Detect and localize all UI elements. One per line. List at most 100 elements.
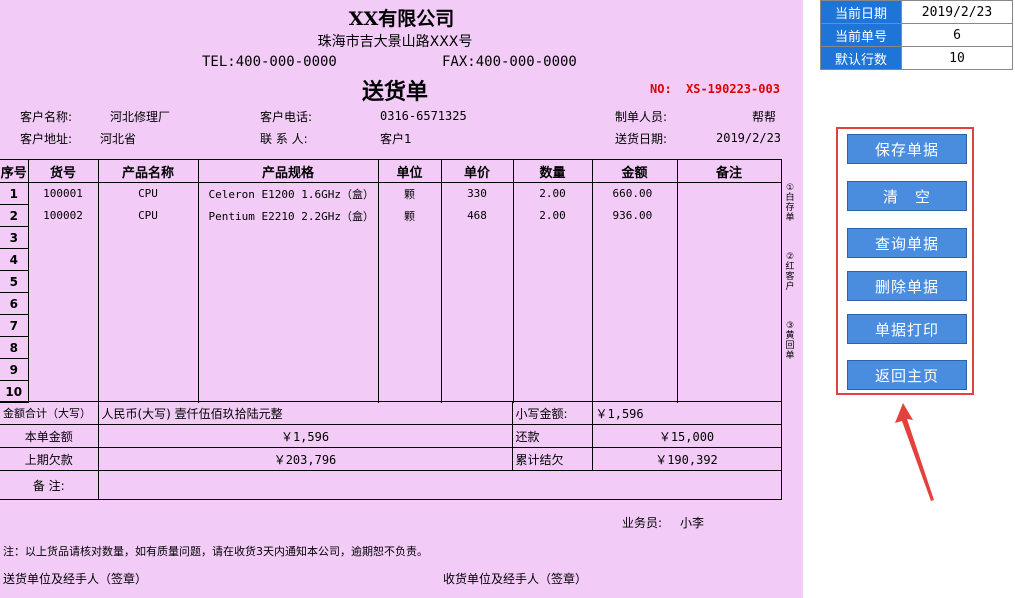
empty-cell[interactable]	[377, 380, 442, 403]
summary-table: 金额合计（大写） 人民币(大写) 壹仟伍佰玖拾陆元整 小写金额: ￥1,596 …	[0, 401, 782, 500]
empty-cell[interactable]	[440, 226, 514, 249]
empty-cell[interactable]	[676, 314, 782, 337]
empty-cell[interactable]	[676, 358, 782, 381]
home-button[interactable]: 返回主页	[847, 360, 967, 390]
row-product-name[interactable]: CPU	[97, 204, 199, 227]
empty-cell[interactable]	[197, 248, 379, 271]
repay-amount[interactable]: ￥15,000	[591, 424, 782, 448]
empty-cell[interactable]	[591, 314, 678, 337]
empty-cell[interactable]	[27, 292, 99, 315]
empty-cell[interactable]	[676, 226, 782, 249]
empty-cell[interactable]	[440, 336, 514, 359]
row-code[interactable]: 100001	[27, 182, 99, 205]
row-price[interactable]: 330	[440, 182, 514, 205]
empty-cell[interactable]	[197, 336, 379, 359]
empty-cell[interactable]	[440, 292, 514, 315]
print-button[interactable]: 单据打印	[847, 314, 967, 344]
row-price[interactable]: 468	[440, 204, 514, 227]
row-amount[interactable]: 936.00	[591, 204, 678, 227]
row-note[interactable]	[676, 182, 782, 205]
remark-field[interactable]	[97, 470, 782, 500]
empty-cell[interactable]	[512, 314, 593, 337]
save-button[interactable]: 保存单据	[847, 134, 967, 164]
empty-cell[interactable]	[377, 314, 442, 337]
empty-cell[interactable]	[512, 380, 593, 403]
row-code[interactable]: 100002	[27, 204, 99, 227]
info-row-date: 当前日期 2019/2/23	[820, 0, 1013, 24]
empty-cell[interactable]	[440, 380, 514, 403]
summary-row-current: 本单金额 ￥1,596 还款 ￥15,000	[0, 424, 782, 448]
empty-cell[interactable]	[591, 336, 678, 359]
empty-cell[interactable]	[97, 248, 199, 271]
empty-cell[interactable]	[197, 226, 379, 249]
empty-cell[interactable]	[377, 336, 442, 359]
row-note[interactable]	[676, 204, 782, 227]
delete-button[interactable]: 删除单据	[847, 271, 967, 301]
row-amount[interactable]: 660.00	[591, 182, 678, 205]
row-spec[interactable]: Pentium E2210 2.2GHz（盒）	[197, 204, 379, 227]
empty-cell[interactable]	[377, 226, 442, 249]
default-rows-value[interactable]: 10	[901, 46, 1013, 70]
col-header-seq: 序号	[0, 159, 29, 183]
row-qty[interactable]: 2.00	[512, 182, 593, 205]
empty-cell[interactable]	[676, 248, 782, 271]
empty-cell[interactable]	[27, 380, 99, 403]
empty-cell[interactable]	[197, 292, 379, 315]
empty-cell[interactable]	[676, 380, 782, 403]
row-qty[interactable]: 2.00	[512, 204, 593, 227]
empty-cell[interactable]	[440, 248, 514, 271]
empty-cell[interactable]	[591, 380, 678, 403]
table-row: 3	[0, 226, 782, 249]
clear-button[interactable]: 清 空	[847, 181, 967, 211]
empty-cell[interactable]	[197, 358, 379, 381]
empty-cell[interactable]	[512, 248, 593, 271]
current-date-value[interactable]: 2019/2/23	[901, 0, 1013, 24]
empty-cell[interactable]	[97, 358, 199, 381]
empty-cell[interactable]	[440, 314, 514, 337]
empty-cell[interactable]	[97, 314, 199, 337]
empty-cell[interactable]	[197, 314, 379, 337]
empty-cell[interactable]	[27, 336, 99, 359]
empty-cell[interactable]	[512, 292, 593, 315]
empty-cell[interactable]	[512, 226, 593, 249]
empty-cell[interactable]	[440, 358, 514, 381]
empty-cell[interactable]	[27, 248, 99, 271]
contact-label: 联 系 人:	[260, 132, 308, 146]
empty-cell[interactable]	[591, 248, 678, 271]
empty-cell[interactable]	[591, 292, 678, 315]
empty-cell[interactable]	[197, 380, 379, 403]
query-button[interactable]: 查询单据	[847, 228, 967, 258]
empty-cell[interactable]	[377, 358, 442, 381]
row-unit[interactable]: 颗	[377, 182, 442, 205]
empty-cell[interactable]	[377, 248, 442, 271]
current-amount: ￥1,596	[97, 424, 513, 448]
empty-cell[interactable]	[27, 358, 99, 381]
empty-cell[interactable]	[591, 226, 678, 249]
row-product-name[interactable]: CPU	[97, 182, 199, 205]
empty-cell[interactable]	[97, 292, 199, 315]
empty-cell[interactable]	[676, 270, 782, 293]
empty-cell[interactable]	[377, 292, 442, 315]
empty-cell[interactable]	[97, 226, 199, 249]
maker-label: 制单人员:	[615, 110, 668, 124]
empty-cell[interactable]	[97, 270, 199, 293]
row-spec[interactable]: Celeron E1200 1.6GHz（盒）	[197, 182, 379, 205]
empty-cell[interactable]	[676, 292, 782, 315]
row-seq: 3	[0, 226, 29, 249]
empty-cell[interactable]	[512, 358, 593, 381]
empty-cell[interactable]	[27, 226, 99, 249]
current-number-value[interactable]: 6	[901, 23, 1013, 47]
empty-cell[interactable]	[512, 336, 593, 359]
empty-cell[interactable]	[27, 314, 99, 337]
row-unit[interactable]: 颗	[377, 204, 442, 227]
empty-cell[interactable]	[27, 270, 99, 293]
empty-cell[interactable]	[591, 358, 678, 381]
empty-cell[interactable]	[440, 270, 514, 293]
empty-cell[interactable]	[97, 336, 199, 359]
empty-cell[interactable]	[591, 270, 678, 293]
empty-cell[interactable]	[512, 270, 593, 293]
empty-cell[interactable]	[676, 336, 782, 359]
empty-cell[interactable]	[97, 380, 199, 403]
empty-cell[interactable]	[197, 270, 379, 293]
empty-cell[interactable]	[377, 270, 442, 293]
